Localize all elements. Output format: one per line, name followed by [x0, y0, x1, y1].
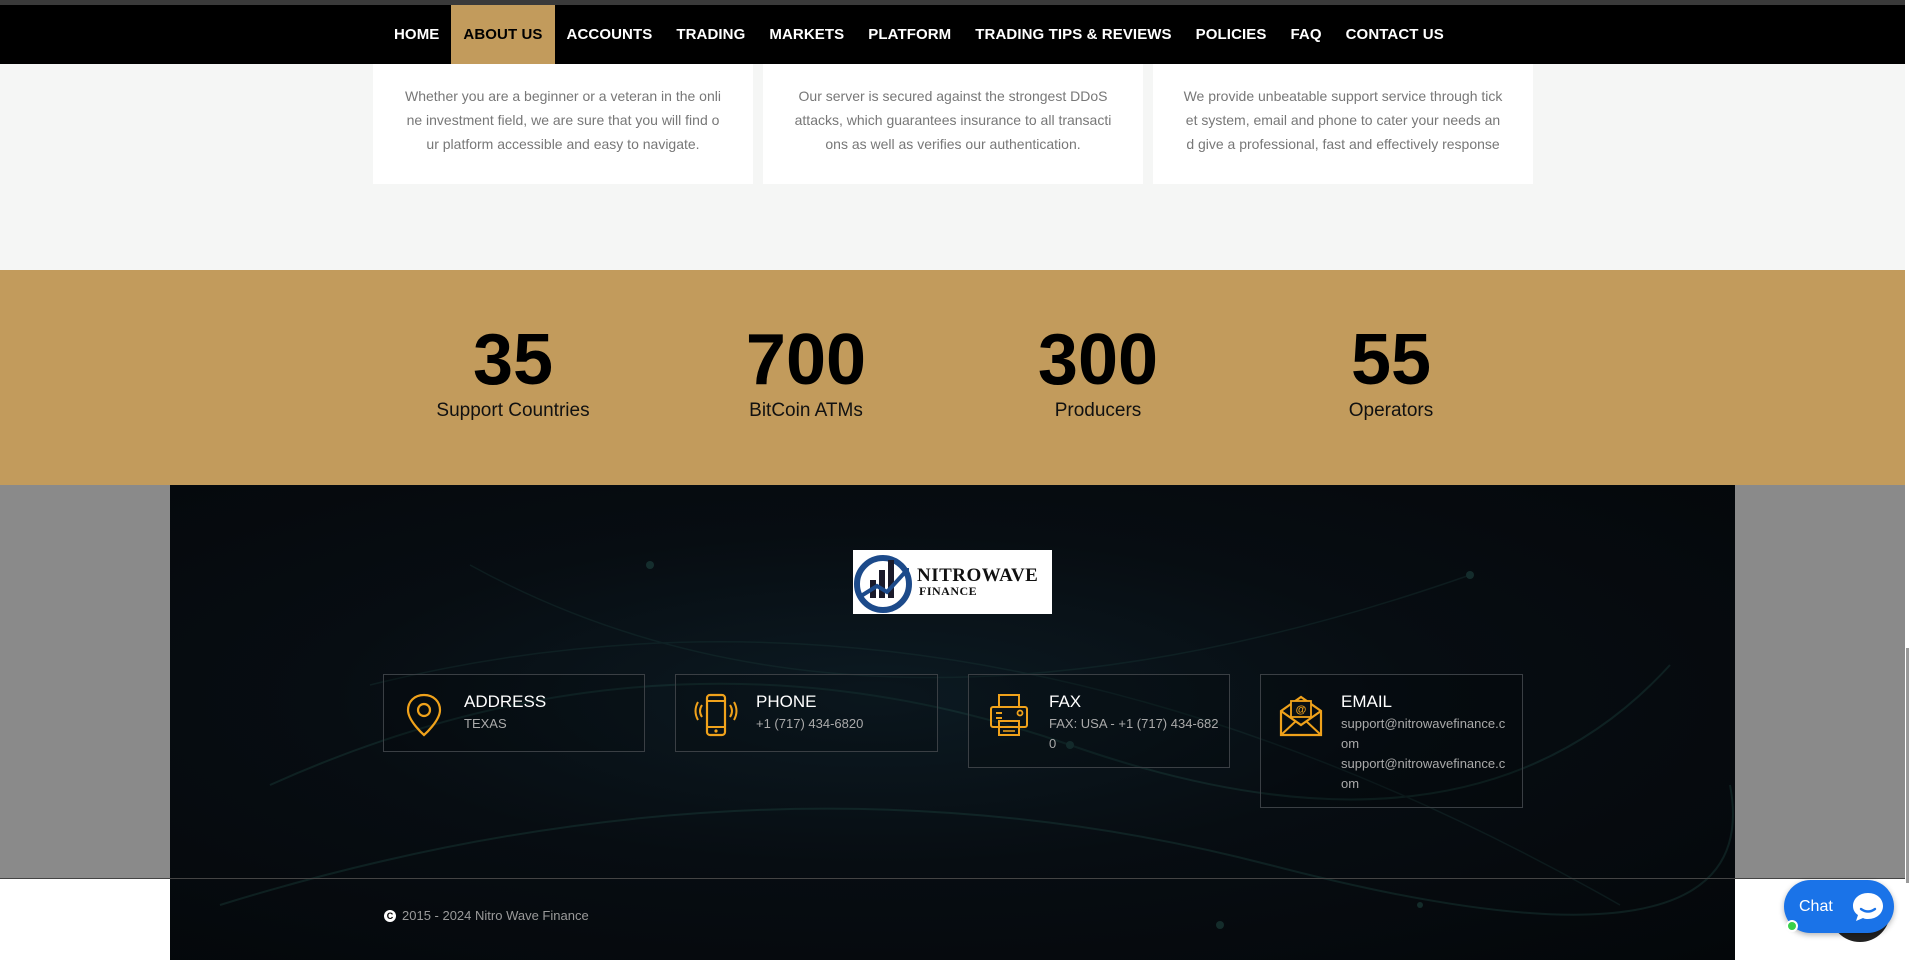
envelope-icon: @	[1279, 695, 1323, 737]
main-navigation: HOME ABOUT US ACCOUNTS TRADING MARKETS P…	[0, 5, 1905, 64]
contact-value: FAX: USA - +1 (717) 434-6820	[1049, 716, 1219, 751]
stat-number: 300	[1037, 320, 1159, 400]
stat-support-countries: 35 Support Countries	[393, 322, 633, 422]
stat-operators: 55 Operators	[1271, 322, 1511, 422]
feature-card-ease: Whether you are a beginner or a veteran …	[373, 64, 753, 184]
footer-logo[interactable]: NITROWAVE FINANCE	[853, 550, 1052, 614]
stat-number: 700	[745, 320, 867, 400]
feature-card-support: We provide unbeatable support service th…	[1153, 64, 1533, 184]
nav-contact-us[interactable]: CONTACT US	[1334, 5, 1456, 64]
nav-trading[interactable]: TRADING	[664, 5, 757, 64]
contact-value: TEXAS	[464, 716, 507, 731]
nav-platform[interactable]: PLATFORM	[856, 5, 963, 64]
nav-home[interactable]: HOME	[382, 5, 451, 64]
contact-title: PHONE	[756, 692, 817, 711]
chat-bubble-icon	[1853, 893, 1883, 921]
contact-title: ADDRESS	[464, 692, 547, 711]
contact-title: EMAIL	[1341, 692, 1393, 711]
email-link-primary[interactable]: support@nitrowavefinance.com	[1341, 714, 1511, 754]
stats-section: 35 Support Countries 700 BitCoin ATMs 30…	[0, 270, 1905, 485]
contact-address: ADDRESS TEXAS	[383, 674, 645, 752]
contact-title: FAX	[1049, 692, 1082, 711]
copyright-icon: C	[384, 909, 396, 922]
feature-text: Our server is secured against the strong…	[794, 88, 1112, 152]
nav-accounts[interactable]: ACCOUNTS	[555, 5, 665, 64]
footer-divider	[0, 878, 1905, 879]
contact-value: support@nitrowavefinance.com support@nit…	[1341, 714, 1511, 794]
features-section: Whether you are a beginner or a veteran …	[0, 64, 1905, 270]
stat-label: Producers	[1054, 400, 1142, 421]
contact-email: @ EMAIL support@nitrowavefinance.com sup…	[1260, 674, 1523, 808]
feature-text: We provide unbeatable support service th…	[1183, 88, 1503, 152]
scrollbar-thumb[interactable]	[1906, 648, 1909, 883]
nav-policies[interactable]: POLICIES	[1184, 5, 1279, 64]
stat-label: BitCoin ATMs	[749, 400, 863, 421]
chat-label: Chat	[1799, 897, 1833, 915]
copyright: C 2015 - 2024 Nitro Wave Finance	[384, 908, 589, 923]
mobile-phone-icon	[694, 693, 738, 737]
email-link-secondary[interactable]: support@nitrowavefinance.com	[1341, 754, 1511, 794]
contact-fax: FAX FAX: USA - +1 (717) 434-6820	[968, 674, 1230, 768]
location-pin-icon	[406, 693, 442, 737]
stat-label: Operators	[1348, 400, 1434, 421]
nav-about-us[interactable]: ABOUT US	[451, 5, 555, 64]
feature-card-security: Our server is secured against the strong…	[763, 64, 1143, 184]
stat-bitcoin-atms: 700 BitCoin ATMs	[686, 322, 926, 422]
svg-text:@: @	[1296, 704, 1307, 716]
chart-logo-icon	[854, 555, 912, 613]
chat-button[interactable]: Chat	[1784, 880, 1894, 933]
contact-phone: PHONE +1 (717) 434-6820	[675, 674, 938, 752]
stat-number: 55	[1350, 320, 1432, 400]
logo-subtitle: FINANCE	[919, 584, 978, 598]
nav-markets[interactable]: MARKETS	[757, 5, 856, 64]
feature-text: Whether you are a beginner or a veteran …	[405, 88, 721, 152]
stat-producers: 300 Producers	[978, 322, 1218, 422]
copyright-text: 2015 - 2024 Nitro Wave Finance	[402, 908, 589, 923]
online-status-dot	[1786, 920, 1798, 932]
stat-number: 35	[472, 320, 554, 400]
nav-faq[interactable]: FAQ	[1278, 5, 1333, 64]
nav-trading-tips-reviews[interactable]: TRADING TIPS & REVIEWS	[963, 5, 1183, 64]
logo-wordmark: NITROWAVE	[917, 565, 1039, 586]
contact-value[interactable]: +1 (717) 434-6820	[756, 714, 926, 734]
fax-icon	[990, 694, 1028, 736]
stat-label: Support Countries	[436, 400, 590, 421]
footer-bottom-left-background	[0, 878, 170, 960]
